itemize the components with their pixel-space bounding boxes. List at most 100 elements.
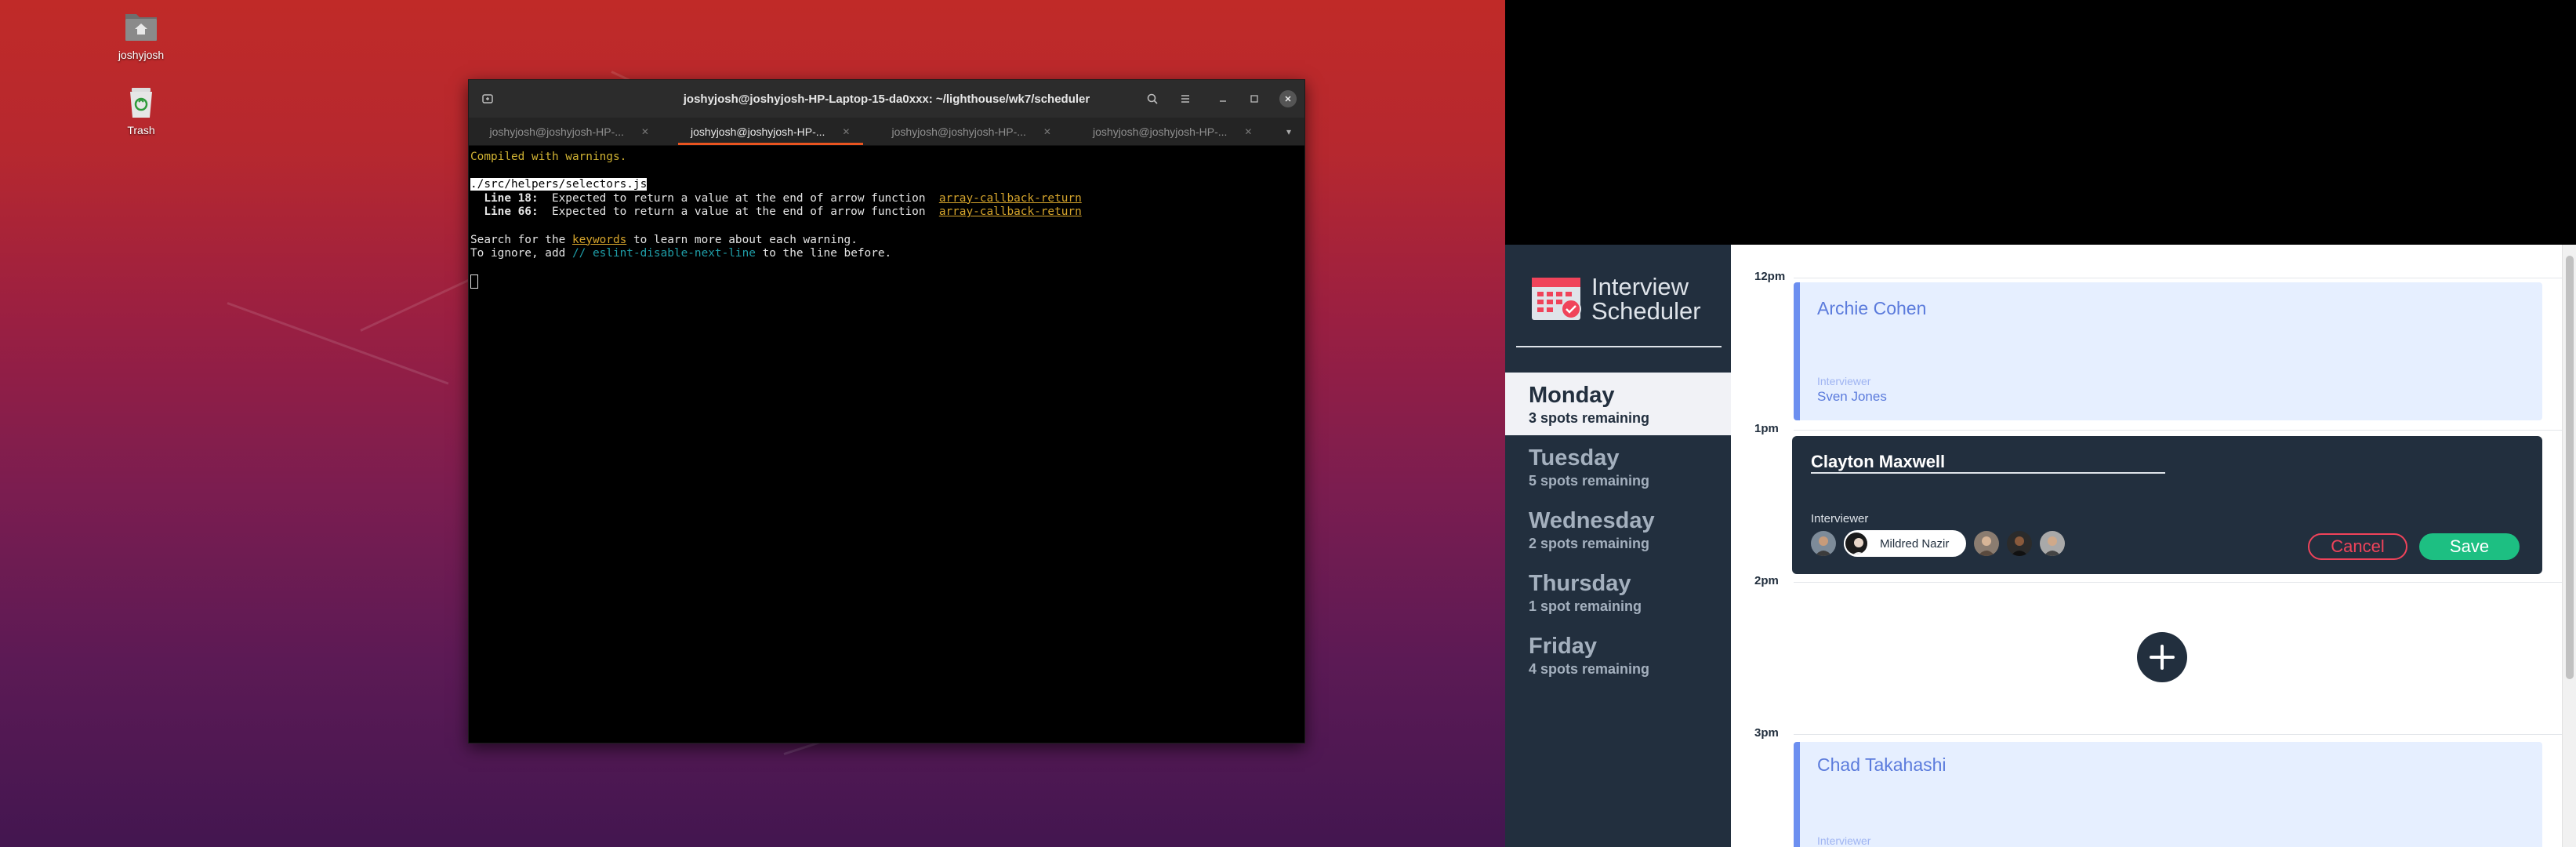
- interviewer-name: Mildred Nazir: [1880, 536, 1950, 551]
- home-folder-icon: [122, 9, 160, 44]
- appointment-form: Interviewer Mildred Nazir: [1792, 436, 2542, 574]
- cancel-button[interactable]: Cancel: [2308, 533, 2407, 560]
- app-title: Interview Scheduler: [1591, 274, 1701, 323]
- appointment-student: Archie Cohen: [1817, 298, 1927, 318]
- appointment-card[interactable]: Archie Cohen Interviewer Sven Jones: [1794, 282, 2542, 420]
- minimize-icon[interactable]: [1212, 88, 1234, 110]
- terminal-window[interactable]: joshyjosh@joshyjosh-HP-Laptop-15-da0xxx:…: [468, 79, 1305, 743]
- time-label: 12pm: [1754, 270, 1786, 283]
- day-item-friday[interactable]: Friday 4 spots remaining: [1505, 623, 1731, 686]
- keywords-link[interactable]: keywords: [572, 234, 626, 246]
- sidebar: Interview Scheduler Monday 3 spots remai…: [1505, 245, 1731, 847]
- hour-divider: [1794, 430, 2562, 431]
- time-label: 2pm: [1754, 574, 1779, 587]
- hour-divider: [1794, 582, 2562, 583]
- time-label: 3pm: [1754, 726, 1779, 740]
- interviewer-selected[interactable]: Mildred Nazir: [1844, 530, 1967, 557]
- app-title-line: Interview: [1591, 273, 1689, 300]
- sidebar-divider: [1516, 346, 1722, 347]
- day-item-wednesday[interactable]: Wednesday 2 spots remaining: [1505, 498, 1731, 561]
- desktop: joshyjosh Trash joshyjosh@joshyjosh-HP-L…: [0, 0, 1505, 847]
- terminal-tab[interactable]: joshyjosh@joshyjosh-HP-... ✕: [871, 118, 1072, 145]
- day-item-monday[interactable]: Monday 3 spots remaining: [1505, 373, 1731, 435]
- wallpaper-ray: [227, 302, 449, 385]
- warning-text: Expected to return a value at the end of…: [538, 205, 939, 219]
- terminal-title: joshyjosh@joshyjosh-HP-Laptop-15-da0xxx:…: [683, 92, 1090, 106]
- interviewer-avatar[interactable]: [2040, 531, 2066, 556]
- schedule: 12pm Archie Cohen Interviewer Sven Jones…: [1731, 245, 2562, 847]
- day-spots: 2 spots remaining: [1529, 536, 1650, 551]
- warning-rule-link[interactable]: array-callback-return: [939, 192, 1082, 205]
- hour-divider: [1794, 734, 2562, 735]
- warning-text: Expected to return a value at the end of…: [538, 191, 939, 205]
- tab-close-icon[interactable]: ✕: [1244, 126, 1252, 137]
- interviewer-avatar[interactable]: [2007, 531, 2033, 556]
- appointment-student: Chad Takahashi: [1817, 754, 1947, 775]
- warning-rule-link[interactable]: array-callback-return: [939, 205, 1082, 218]
- tab-label: joshyjosh@joshyjosh-HP-...: [691, 125, 825, 138]
- terminal-cursor: [470, 274, 478, 289]
- tab-label: joshyjosh@joshyjosh-HP-...: [489, 125, 624, 138]
- add-appointment-button[interactable]: [2137, 632, 2187, 682]
- terminal-tab-active[interactable]: joshyjosh@joshyjosh-HP-... ✕: [670, 118, 872, 145]
- close-icon[interactable]: [1279, 90, 1297, 107]
- ignore-code: // eslint-disable-next-line: [571, 247, 756, 260]
- hamburger-menu-icon[interactable]: [1174, 88, 1196, 110]
- scrollbar[interactable]: [2562, 245, 2576, 847]
- search-text: Search for the: [470, 233, 572, 246]
- warning-line: Line 66:: [470, 205, 539, 219]
- terminal-tab-bar: joshyjosh@joshyjosh-HP-... ✕ joshyjosh@jo…: [469, 118, 1304, 146]
- terminal-output[interactable]: Compiled with warnings. ./src/helpers/se…: [469, 146, 1304, 294]
- trash-icon: [122, 85, 160, 119]
- app-title-line: Scheduler: [1591, 297, 1701, 325]
- app-logo: Interview Scheduler: [1530, 273, 1701, 325]
- tab-label: joshyjosh@joshyjosh-HP-...: [891, 125, 1026, 138]
- ignore-text: To ignore, add: [470, 247, 572, 260]
- tab-close-icon[interactable]: ✕: [1043, 126, 1051, 137]
- appointment-interviewer-label: Interviewer: [1817, 834, 1871, 847]
- student-name-input[interactable]: [1811, 452, 2165, 474]
- search-text: to learn more about each warning.: [626, 233, 858, 246]
- calendar-icon: [1530, 273, 1584, 325]
- time-label: 1pm: [1754, 422, 1779, 435]
- day-name: Tuesday: [1529, 445, 1620, 471]
- appointment-card[interactable]: Chad Takahashi Interviewer: [1794, 742, 2542, 847]
- desktop-icon-label: Trash: [127, 124, 155, 136]
- compile-status: Compiled with warnings.: [470, 151, 627, 163]
- day-item-thursday[interactable]: Thursday 1 spot remaining: [1505, 561, 1731, 623]
- day-name: Friday: [1529, 634, 1598, 659]
- ignore-text: to the line before.: [755, 247, 892, 260]
- save-button[interactable]: Save: [2419, 533, 2520, 560]
- day-name: Thursday: [1529, 571, 1631, 596]
- screen-black-area: [1505, 0, 2576, 245]
- terminal-titlebar[interactable]: joshyjosh@joshyjosh-HP-Laptop-15-da0xxx:…: [469, 80, 1304, 118]
- new-tab-icon[interactable]: [477, 88, 499, 110]
- day-name: Monday: [1529, 383, 1615, 408]
- appointment-interviewer-label: Interviewer: [1817, 375, 1871, 387]
- appointment-interviewer-name: Sven Jones: [1817, 389, 1887, 404]
- scrollbar-thumb[interactable]: [2566, 256, 2574, 679]
- interviewer-avatar[interactable]: [1811, 531, 1836, 556]
- day-spots: 3 spots remaining: [1529, 410, 1650, 426]
- search-icon[interactable]: [1141, 88, 1163, 110]
- day-spots: 4 spots remaining: [1529, 661, 1650, 677]
- tab-list-chevron-down-icon[interactable]: ▾: [1273, 118, 1304, 145]
- desktop-icon-trash[interactable]: Trash: [94, 85, 188, 136]
- warning-file: ./src/helpers/selectors.js: [470, 178, 648, 191]
- day-spots: 1 spot remaining: [1529, 598, 1642, 614]
- day-item-tuesday[interactable]: Tuesday 5 spots remaining: [1505, 435, 1731, 498]
- desktop-icon-home[interactable]: joshyjosh: [94, 9, 188, 61]
- interviewer-avatar: [1844, 531, 1869, 556]
- day-spots: 5 spots remaining: [1529, 473, 1650, 489]
- terminal-tab[interactable]: joshyjosh@joshyjosh-HP-... ✕: [1072, 118, 1274, 145]
- interviewer-avatar[interactable]: [1974, 531, 2000, 556]
- maximize-icon[interactable]: [1243, 88, 1265, 110]
- tab-close-icon[interactable]: ✕: [641, 126, 649, 137]
- warning-line: Line 18:: [470, 191, 539, 205]
- interview-scheduler-app: Interview Scheduler Monday 3 spots remai…: [1505, 245, 2576, 847]
- day-name: Wednesday: [1529, 508, 1655, 533]
- plus-icon: [2150, 645, 2175, 670]
- tab-label: joshyjosh@joshyjosh-HP-...: [1093, 125, 1228, 138]
- tab-close-icon[interactable]: ✕: [842, 126, 850, 137]
- terminal-tab[interactable]: joshyjosh@joshyjosh-HP-... ✕: [469, 118, 670, 145]
